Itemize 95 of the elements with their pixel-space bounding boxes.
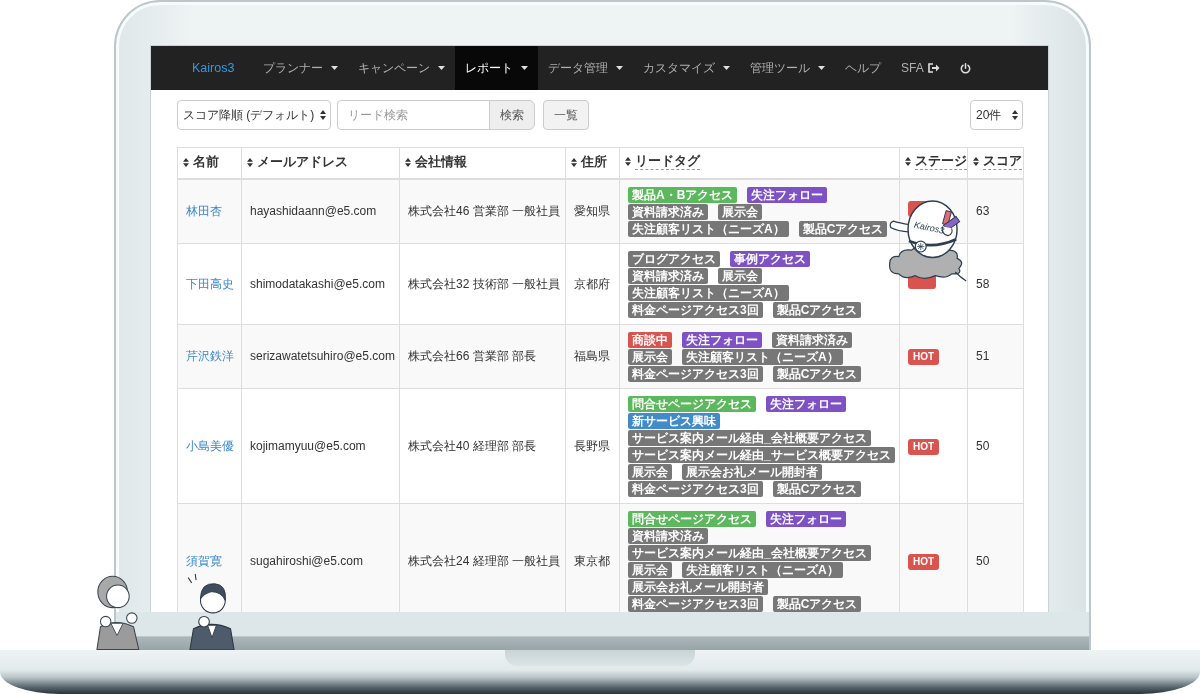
stage-badge: HOT	[908, 438, 940, 455]
lead-address: 京都府	[565, 243, 620, 324]
nav-menu-link[interactable]: キャンペーン	[348, 46, 455, 90]
lead-email: shimodatakashi@e5.com	[241, 243, 400, 324]
sort-icon	[905, 157, 911, 167]
nav-menu-link[interactable]: 管理ツール	[740, 46, 835, 90]
stage-badge: HOT	[908, 553, 940, 570]
lead-score: 51	[967, 324, 1024, 388]
lead-address: 福島県	[565, 324, 620, 388]
lead-tag: 展示会	[628, 561, 672, 578]
column-sort-header[interactable]: リードタグ	[625, 153, 700, 171]
sort-icon	[247, 157, 253, 167]
lead-tag: 商談中	[628, 331, 672, 348]
mascot-logo-text: Kairos3	[913, 219, 946, 236]
lead-tag: 問合せページアクセス	[628, 510, 756, 527]
nav-menu-link[interactable]: カスタマイズ	[633, 46, 740, 90]
power-icon	[959, 62, 971, 74]
search-button[interactable]: 検索	[489, 100, 535, 130]
lead-name-link[interactable]: 林田杏	[186, 204, 222, 218]
lead-tag: 製品Cアクセス	[772, 365, 862, 382]
caret-icon	[438, 66, 445, 70]
caret-icon	[331, 66, 338, 70]
lead-tag: サービス案内メール経由_サービス概要アクセス	[628, 446, 895, 463]
stage-badge: HOT	[908, 349, 940, 365]
lead-tag: 製品Cアクセス	[772, 595, 862, 612]
up-down-arrows-icon	[1012, 110, 1018, 120]
company-info: 株式会社40 経理部 部長	[399, 388, 566, 503]
sort-icon	[625, 157, 631, 167]
lead-email: serizawatetsuhiro@e5.com	[241, 324, 400, 388]
lead-name-link[interactable]: 芹沢鉄洋	[186, 349, 234, 363]
caret-icon	[616, 66, 623, 70]
lead-tag: 製品Cアクセス	[772, 301, 862, 318]
lead-tag: 失注顧客リスト（ニーズA）	[682, 348, 843, 365]
nav-menu-link[interactable]: レポート	[455, 46, 538, 90]
lead-tag: 資料請求済み	[628, 527, 708, 544]
sort-icon	[571, 157, 577, 167]
nav-menu-link[interactable]: データ管理	[538, 46, 633, 90]
lead-name-link[interactable]: 小島美優	[186, 438, 234, 453]
lead-tag: 新サービス興味	[628, 412, 720, 429]
list-button[interactable]: 一覧	[543, 100, 589, 130]
lead-tag: 料金ページアクセス3回	[628, 595, 763, 612]
lead-tag: 料金ページアクセス3回	[628, 480, 763, 497]
caret-icon	[818, 66, 825, 70]
lead-tag: 展示会	[718, 267, 762, 284]
lead-tag: 失注フォロー	[747, 186, 828, 203]
lead-email: hayashidaann@e5.com	[241, 178, 400, 243]
nav-link[interactable]: SFA	[891, 46, 950, 90]
lead-tag: ブログアクセス	[628, 250, 720, 267]
up-down-arrows-icon	[320, 110, 326, 120]
lead-email: kojimamyuu@e5.com	[241, 388, 400, 503]
sign-out-icon	[927, 63, 940, 73]
lead-score: 58	[967, 243, 1024, 324]
company-info: 株式会社46 営業部 一般社員	[399, 178, 566, 243]
lead-name-link[interactable]: 下田高史	[186, 276, 234, 291]
lead-tag: 展示会	[628, 463, 672, 480]
sort-order-select[interactable]: スコア降順 (デフォルト)	[177, 100, 331, 130]
lead-tag: 製品Cアクセス	[798, 220, 888, 237]
lead-tag: 展示会お礼メール開封者	[628, 578, 768, 595]
lead-tag: 失注顧客リスト（ニーズA）	[628, 284, 789, 301]
lead-address: 愛知県	[565, 178, 620, 243]
lead-tag: 失注フォロー	[766, 395, 846, 412]
lead-tag: 展示会お礼メール開封者	[682, 463, 822, 480]
company-info: 株式会社32 技術部 一般社員	[399, 243, 566, 324]
lead-tag: サービス案内メール経由_会社概要アクセス	[628, 429, 871, 446]
sort-icon	[973, 157, 979, 167]
lead-tag: 製品A・Bアクセス	[628, 186, 738, 203]
lead-tag: 失注顧客リスト（ニーズA）	[682, 561, 843, 578]
lead-tag: 失注フォロー	[682, 331, 762, 348]
nav-link[interactable]: ヘルプ	[835, 46, 891, 90]
company-info: 株式会社66 営業部 部長	[399, 324, 566, 388]
page-size-select[interactable]: 20件	[970, 100, 1023, 130]
lead-tag: 料金ページアクセス3回	[628, 365, 763, 382]
lead-score: 63	[967, 178, 1024, 243]
lead-tag: 製品Cアクセス	[772, 480, 862, 497]
lead-tag: 展示会	[628, 348, 672, 365]
lead-tag: 失注顧客リスト（ニーズA）	[628, 220, 789, 237]
caret-icon	[521, 66, 528, 70]
lead-tag: 料金ページアクセス3回	[628, 301, 763, 318]
lead-name-link[interactable]: 須賀寛	[186, 553, 222, 568]
lead-tag: 問合せページアクセス	[628, 395, 756, 412]
sort-icon	[405, 157, 411, 167]
sort-icon	[183, 157, 189, 167]
lead-address: 長野県	[565, 388, 620, 503]
lead-score: 50	[967, 388, 1024, 503]
lead-tag: サービス案内メール経由_会社概要アクセス	[628, 544, 871, 561]
brand-logo-link[interactable]: Kairos3	[151, 46, 253, 90]
lead-tag: 資料請求済み	[772, 331, 852, 348]
lead-tag: 資料請求済み	[628, 203, 708, 220]
lead-tag: 資料請求済み	[628, 267, 708, 284]
lead-tag: 失注フォロー	[766, 510, 846, 527]
lead-tag: 事例アクセス	[730, 250, 810, 267]
caret-icon	[723, 66, 730, 70]
nav-menu-link[interactable]: プランナー	[253, 46, 348, 90]
lead-tag: 展示会	[718, 203, 762, 220]
search-field[interactable]: リード検索	[337, 100, 490, 130]
